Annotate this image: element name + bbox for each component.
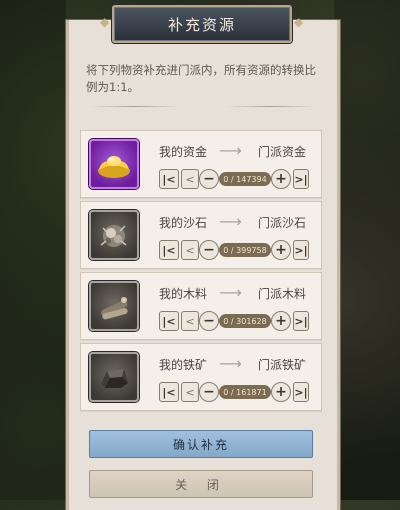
dialog-title-bar: ◆ 补充资源 ◆ [100,5,303,43]
source-label: 我的资金 [159,145,208,159]
last-button[interactable]: >| [293,240,309,260]
divider-top [90,106,180,107]
first-button[interactable]: |< [159,382,179,402]
plus-button[interactable]: + [271,382,291,402]
minus-button[interactable]: − [199,311,219,331]
divider-top-right [226,106,316,107]
last-button[interactable]: >| [293,169,309,189]
arrow-right-icon: ⟶ [219,283,242,302]
prev-icon: < [181,240,199,260]
arrow-right-icon: ⟶ [219,354,242,373]
quantity-stepper: |< < − 0 / 161871 + >| [159,382,309,402]
gold-ingot-icon [89,139,139,189]
arrow-right-icon: ⟶ [219,141,242,160]
sand-stone-icon [89,210,139,260]
background-terrain-right [334,0,400,500]
dialog-title: 补充资源 [167,15,236,34]
title-ornament-left-icon: ◆ [100,15,112,29]
resource-row-funds: 我的资金 ⟶ 门派资金 |< < − 0 / 147394 + >| [80,130,322,198]
resource-row-iron: 我的铁矿 ⟶ 门派铁矿 |< < − 0 / 161871 + >| [80,343,322,411]
last-button[interactable]: >| [293,311,309,331]
target-label: 门派木料 [258,287,307,301]
first-button[interactable]: |< [159,311,179,331]
prev-icon: < [181,311,199,331]
dialog-description: 将下列物资补充进门派内，所有资源的转换比例为1:1。 [86,63,316,94]
quantity-value[interactable]: 0 / 161871 [219,385,271,399]
quantity-value[interactable]: 0 / 399758 [219,243,271,257]
target-label: 门派沙石 [258,216,307,230]
last-button[interactable]: >| [293,382,309,402]
plus-button[interactable]: + [271,311,291,331]
wood-logs-icon [89,281,139,331]
prev-icon: < [181,169,199,189]
resource-row-sandstone: 我的沙石 ⟶ 门派沙石 |< < − 0 / 399758 + >| [80,201,322,269]
source-label: 我的木料 [159,287,208,301]
quantity-value[interactable]: 0 / 301628 [219,314,271,328]
arrow-right-icon: ⟶ [219,212,242,231]
quantity-stepper: |< < − 0 / 399758 + >| [159,240,309,260]
title-ornament-right-icon: ◆ [294,15,306,29]
first-button[interactable]: |< [159,169,179,189]
plus-button[interactable]: + [271,240,291,260]
prev-icon: < [181,382,199,402]
target-label: 门派铁矿 [258,358,307,372]
resource-row-wood: 我的木料 ⟶ 门派木料 |< < − 0 / 301628 + >| [80,272,322,340]
plus-button[interactable]: + [271,169,291,189]
minus-button[interactable]: − [199,382,219,402]
first-button[interactable]: |< [159,240,179,260]
confirm-button[interactable]: 确认补充 [89,430,313,458]
quantity-stepper: |< < − 0 / 301628 + >| [159,311,309,331]
minus-button[interactable]: − [199,169,219,189]
source-label: 我的铁矿 [159,358,208,372]
background-terrain [0,0,66,500]
iron-ore-icon [89,352,139,402]
source-label: 我的沙石 [159,216,208,230]
close-button[interactable]: 关 闭 [89,470,313,498]
quantity-value[interactable]: 0 / 147394 [219,172,271,186]
minus-button[interactable]: − [199,240,219,260]
quantity-stepper: |< < − 0 / 147394 + >| [159,169,309,189]
target-label: 门派资金 [258,145,307,159]
